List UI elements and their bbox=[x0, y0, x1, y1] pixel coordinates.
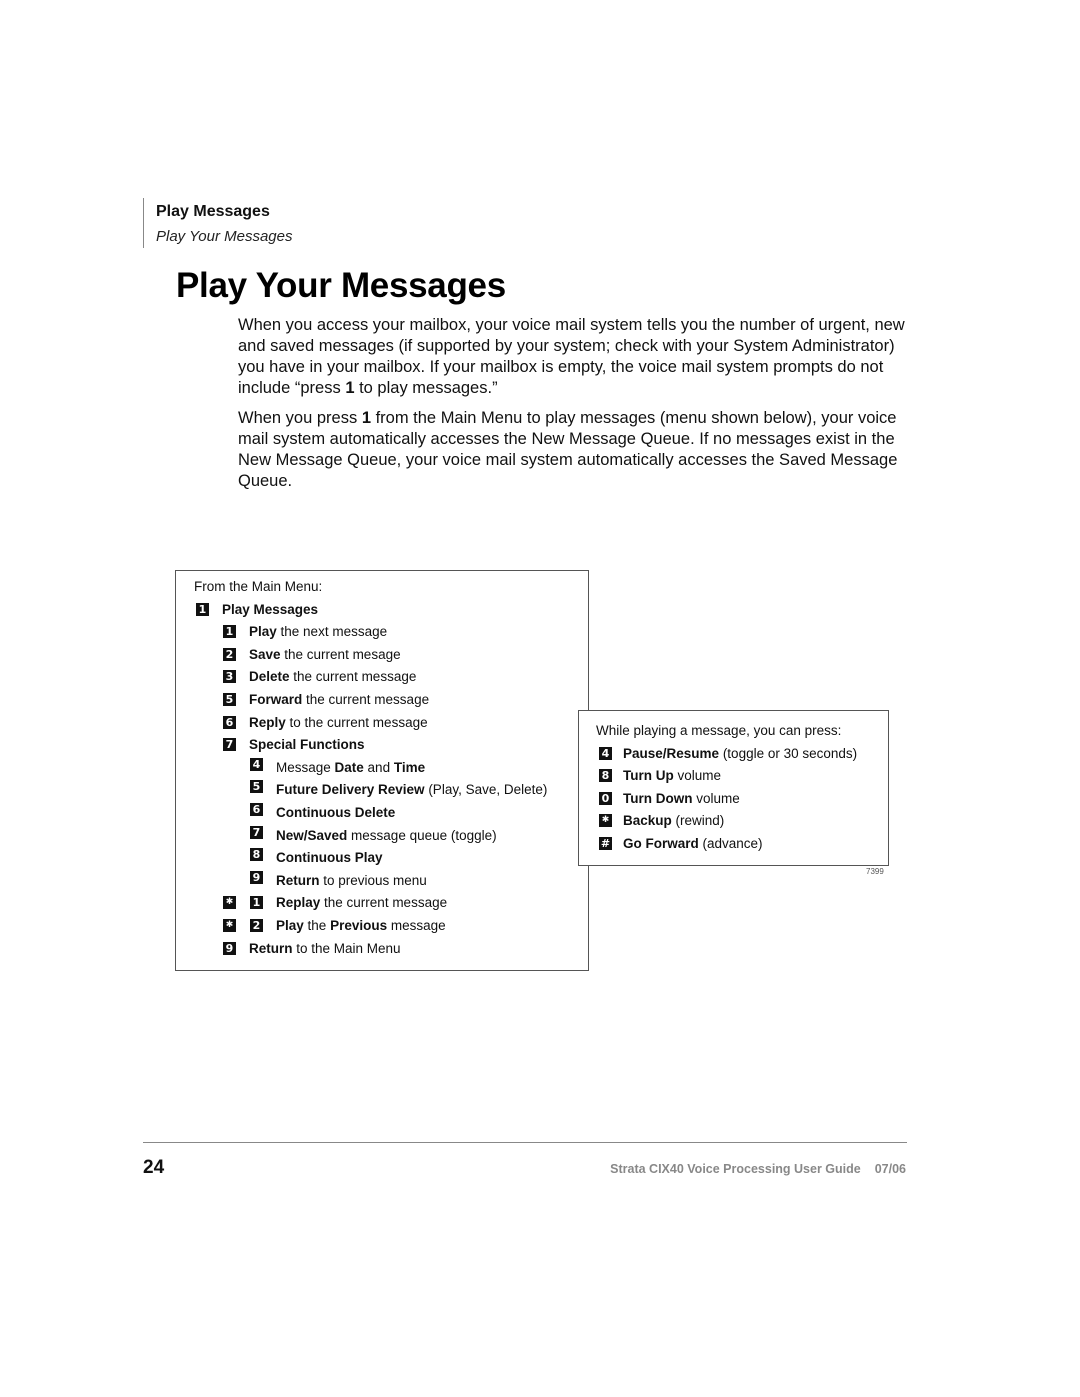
menu-item-label: Forward the current message bbox=[249, 691, 430, 707]
menu-item: # Go Forward (advance) bbox=[599, 834, 763, 852]
key-0-icon: 0 bbox=[599, 791, 612, 805]
menu-item-label: Reply to the current message bbox=[249, 714, 428, 730]
playback-menu-box: While playing a message, you can press: … bbox=[578, 710, 889, 866]
menu-item-label: Return to previous menu bbox=[276, 872, 427, 888]
menu-item: 2 Save the current mesage bbox=[223, 645, 401, 663]
key-7-icon: 7 bbox=[223, 738, 236, 752]
key-5-icon: 5 bbox=[223, 692, 236, 706]
menu-item-label: Continuous Play bbox=[276, 850, 383, 866]
menu-item: 5 Future Delivery Review (Play, Save, Del… bbox=[250, 780, 548, 799]
menu-item: 7 Special Functions bbox=[223, 736, 365, 754]
key-6-icon: 6 bbox=[223, 715, 236, 729]
key-2-icon: 2 bbox=[250, 918, 263, 932]
footer-date: 07/06 bbox=[874, 1162, 906, 1176]
menu-item-label: Go Forward (advance) bbox=[623, 835, 763, 851]
figure-number: 7399 bbox=[866, 867, 884, 876]
key-4-icon: 4 bbox=[250, 757, 263, 771]
section-header: Play Messages bbox=[156, 203, 270, 220]
menu-item-label: Message Date and Time bbox=[276, 759, 426, 775]
key-6-icon: 6 bbox=[250, 802, 263, 816]
menu-item-label: Future Delivery Review (Play, Save, Dele… bbox=[276, 782, 548, 798]
menu-item: 1 Play the next message bbox=[223, 623, 387, 641]
menu-item-label: Play Messages bbox=[222, 601, 319, 617]
menu-item: 1 Play Messages bbox=[196, 600, 318, 618]
pound-key-icon: # bbox=[599, 836, 612, 850]
playback-caption: While playing a message, you can press: bbox=[596, 723, 842, 738]
menu-item: 4 Message Date and Time bbox=[250, 757, 426, 776]
main-menu-caption: From the Main Menu: bbox=[194, 579, 323, 594]
footer-guide-title: Strata CIX40 Voice Processing User Guide… bbox=[610, 1162, 906, 1176]
intro-paragraph: When you access your mailbox, your voice… bbox=[238, 316, 905, 397]
menu-item: 8 Turn Up volume bbox=[599, 767, 721, 785]
menu-item-label: Continuous Delete bbox=[276, 804, 396, 820]
menu-item: 9 Return to previous menu bbox=[250, 870, 427, 889]
subsection-header: Play Your Messages bbox=[156, 228, 293, 245]
menu-item-label: Turn Up volume bbox=[623, 768, 722, 784]
menu-item-label: Turn Down volume bbox=[623, 790, 740, 806]
menu-item-label: Replay the current message bbox=[276, 895, 448, 911]
page-title: Play Your Messages bbox=[176, 266, 506, 305]
menu-item-label: Backup (rewind) bbox=[623, 813, 725, 829]
key-9-icon: 9 bbox=[250, 870, 263, 884]
menu-item-label: Return to the Main Menu bbox=[249, 940, 401, 956]
star-key-icon: ✱ bbox=[223, 896, 236, 910]
menu-item-label: Play the Previous message bbox=[276, 917, 446, 933]
star-key-icon: ✱ bbox=[599, 814, 612, 828]
key-1-icon: 1 bbox=[196, 602, 209, 616]
menu-item-label: Special Functions bbox=[249, 737, 365, 753]
key-8-icon: 8 bbox=[250, 848, 263, 862]
menu-item-label: Pause/Resume (toggle or 30 seconds) bbox=[623, 745, 858, 761]
key-1-icon: 1 bbox=[250, 896, 263, 910]
menu-item-label: Delete the current message bbox=[249, 669, 417, 685]
star-key-icon: ✱ bbox=[223, 918, 236, 932]
menu-item: 8 Continuous Play bbox=[250, 848, 383, 867]
menu-item: 6 Continuous Delete bbox=[250, 802, 396, 821]
key-1-icon: 1 bbox=[223, 625, 236, 639]
key-3-icon: 3 bbox=[223, 670, 236, 684]
menu-item: 9 Return to the Main Menu bbox=[223, 939, 401, 957]
menu-item: 3 Delete the current message bbox=[223, 668, 416, 686]
menu-item: ✱ Backup (rewind) bbox=[599, 812, 724, 830]
menu-item: ✱ 1 Replay the current message bbox=[223, 894, 447, 912]
key-4-icon: 4 bbox=[599, 746, 612, 760]
menu-item: 5 Forward the current message bbox=[223, 690, 429, 708]
menu-item-label: New/Saved message queue (toggle) bbox=[276, 827, 497, 843]
menu-item-label: Save the current mesage bbox=[249, 646, 401, 662]
menu-item-label: Play the next message bbox=[249, 624, 388, 640]
menu-item: 6 Reply to the current message bbox=[223, 713, 428, 731]
menu-item: ✱ 2 Play the Previous message bbox=[223, 916, 446, 934]
key-2-icon: 2 bbox=[223, 647, 236, 661]
key-5-icon: 5 bbox=[250, 780, 263, 794]
menu-item: 4 Pause/Resume (toggle or 30 seconds) bbox=[599, 744, 857, 762]
key-7-icon: 7 bbox=[250, 825, 263, 839]
header-rule bbox=[143, 198, 144, 248]
queue-paragraph: When you press 1 from the Main Menu to p… bbox=[238, 409, 898, 490]
menu-item: 7 New/Saved message queue (toggle) bbox=[250, 825, 497, 844]
key-9-icon: 9 bbox=[223, 941, 236, 955]
menu-item: 0 Turn Down volume bbox=[599, 789, 740, 807]
main-menu-box: From the Main Menu: 1 Play Messages 1 Play … bbox=[175, 570, 589, 971]
key-8-icon: 8 bbox=[599, 769, 612, 783]
page-number: 24 bbox=[143, 1157, 165, 1178]
footer-rule bbox=[143, 1142, 907, 1143]
